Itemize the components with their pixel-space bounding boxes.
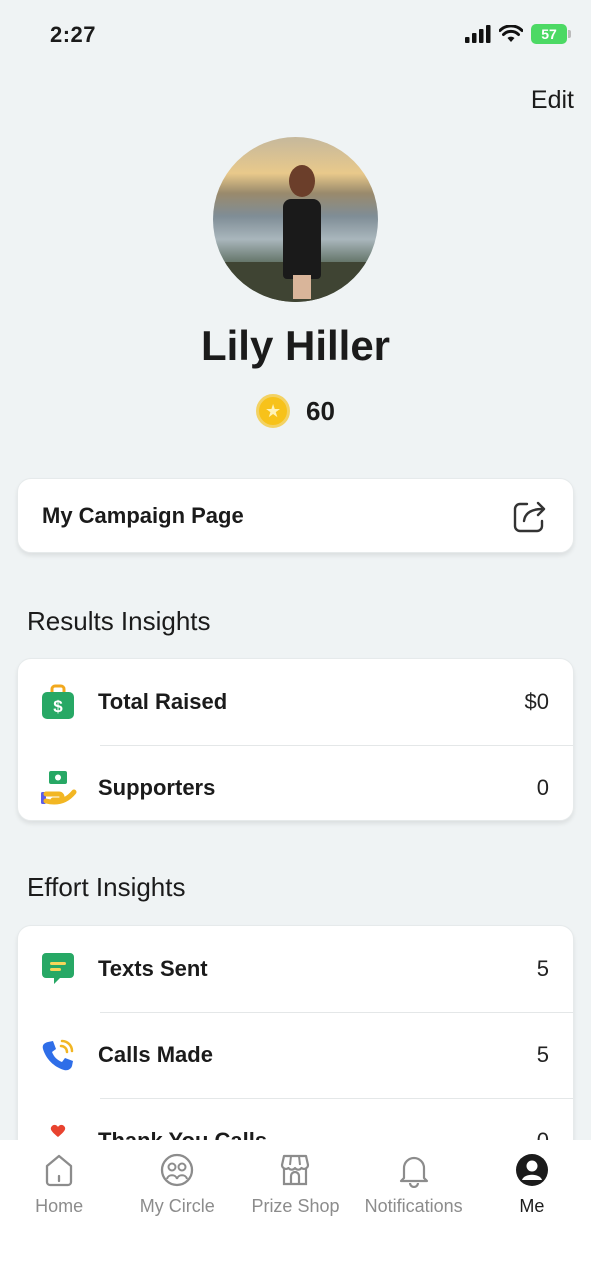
hand-money-icon [41,771,77,805]
item-label: Calls Made [98,1042,213,1067]
list-item-calls-made[interactable]: Calls Made 5 [18,1012,573,1098]
tab-my-circle[interactable]: My Circle [118,1152,236,1280]
status-bar: 2:27 57 [0,0,591,70]
list-item-texts-sent[interactable]: Texts Sent 5 [18,926,573,1012]
tab-label: Prize Shop [251,1196,340,1216]
signal-icon [465,25,491,43]
message-icon [42,953,74,984]
tab-bar: Home My Circle Prize Shop Notifications [0,1140,591,1280]
coin-icon: ★ [256,394,291,428]
campaign-page-button[interactable]: My Campaign Page [17,478,574,553]
tab-home[interactable]: Home [0,1152,118,1280]
profile-name: Lily Hiller [200,322,391,369]
campaign-label: My Campaign Page [42,502,244,528]
share-icon[interactable] [511,497,549,535]
battery-icon: 57 [531,24,571,44]
edit-button[interactable]: Edit [531,86,574,115]
money-bag-icon: $ [42,684,74,719]
tab-label: Home [35,1196,84,1216]
tab-label: My Circle [139,1196,215,1216]
circle-people-icon [161,1153,194,1187]
home-icon [45,1154,73,1187]
phone-icon [42,1039,74,1071]
wifi-icon [499,25,523,42]
status-time: 2:27 [50,22,97,47]
item-label: Total Raised [98,689,228,714]
points-display: ★ 60 [0,394,591,428]
shop-icon [281,1154,310,1186]
results-card: $ Total Raised $0 Supporters 0 [17,658,574,821]
item-label: Texts Sent [98,956,208,981]
item-value: $0 [524,689,549,714]
item-value: 5 [536,956,549,981]
user-icon [515,1154,548,1186]
list-item-supporters[interactable]: Supporters 0 [18,745,573,831]
status-icons: 57 [465,24,571,44]
points-value: 60 [306,395,335,426]
svg-text:$: $ [53,697,63,716]
tab-label: Notifications [364,1196,463,1216]
tab-prize-shop[interactable]: Prize Shop [236,1152,354,1280]
item-value: 5 [536,1042,549,1067]
results-title: Results Insights [27,606,211,636]
effort-title: Effort Insights [27,872,186,902]
tab-me[interactable]: Me [473,1152,591,1280]
tab-label: Me [519,1196,545,1216]
tab-notifications[interactable]: Notifications [355,1152,473,1280]
item-value: 0 [536,775,549,800]
battery-level: 57 [541,26,557,42]
list-item-total-raised[interactable]: $ Total Raised $0 [18,659,573,745]
avatar [213,137,378,302]
item-label: Supporters [98,775,216,800]
bell-icon [399,1156,428,1188]
